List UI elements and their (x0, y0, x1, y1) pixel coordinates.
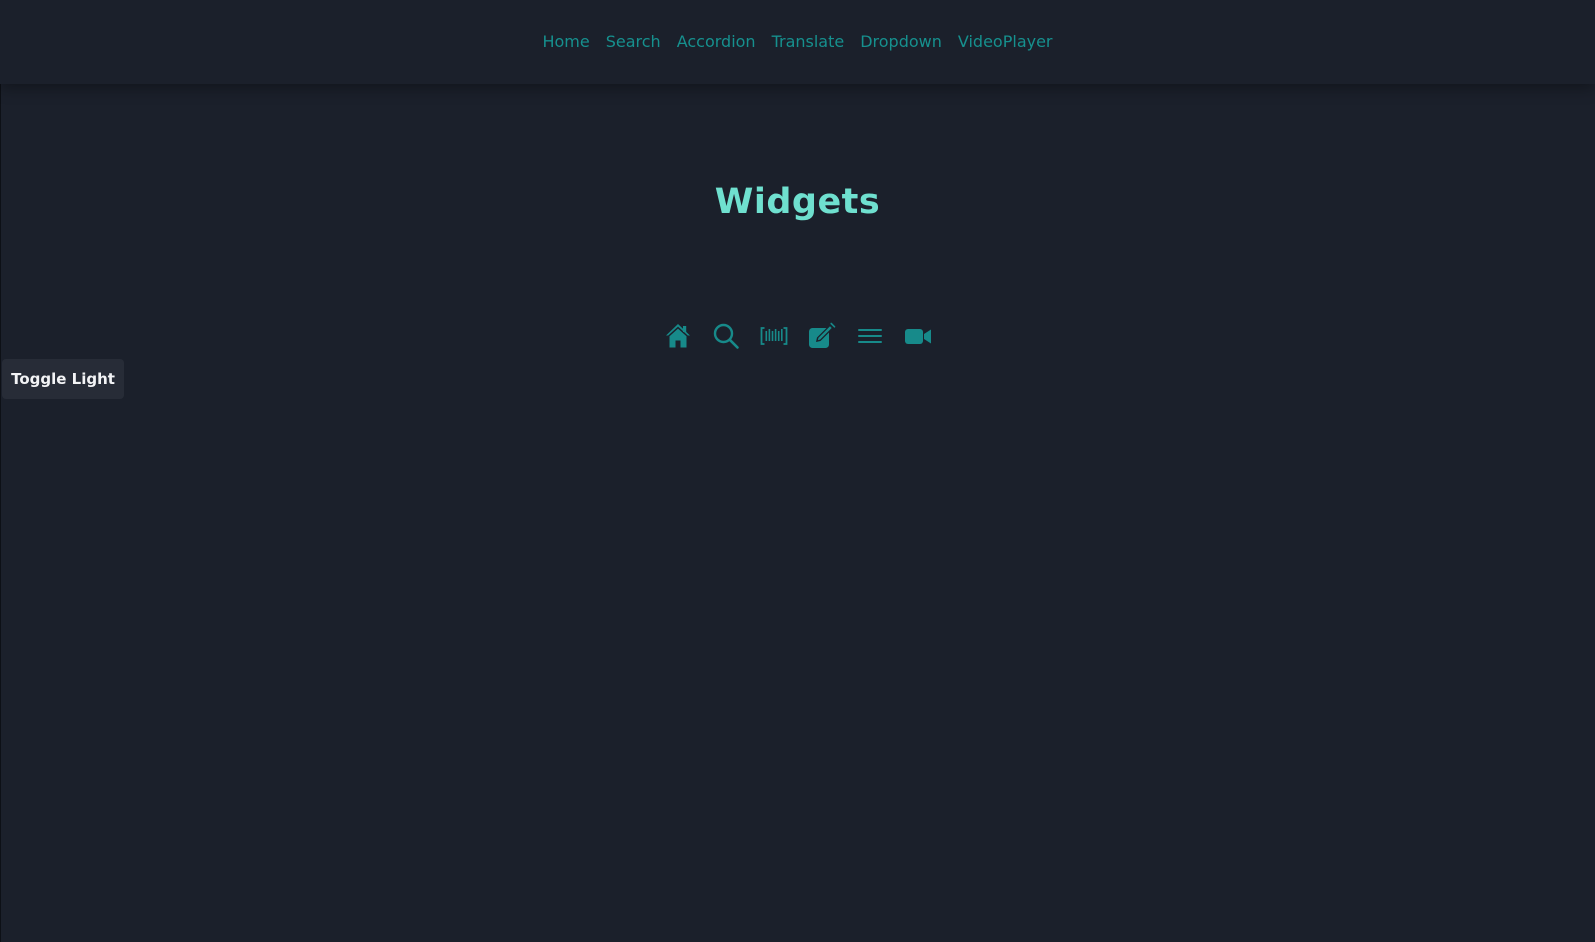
top-navigation: Home Search Accordion Translate Dropdown… (0, 0, 1595, 84)
nav-links: Home Search Accordion Translate Dropdown… (0, 30, 1595, 54)
edit-icon[interactable] (808, 322, 836, 350)
home-icon[interactable] (664, 322, 692, 350)
barcode-icon[interactable] (760, 322, 788, 350)
search-icon[interactable] (712, 322, 740, 350)
window-edge (0, 0, 1, 942)
nav-link-translate[interactable]: Translate (772, 30, 845, 54)
toggle-light-button[interactable]: Toggle Light (2, 359, 124, 399)
nav-link-search[interactable]: Search (606, 30, 661, 54)
video-icon[interactable] (904, 322, 932, 350)
nav-link-accordion[interactable]: Accordion (677, 30, 756, 54)
nav-link-home[interactable]: Home (542, 30, 589, 54)
nav-link-videoplayer[interactable]: VideoPlayer (958, 30, 1053, 54)
menu-icon[interactable] (856, 322, 884, 350)
page-title: Widgets (714, 182, 881, 222)
widget-icon-row (0, 322, 1595, 350)
nav-link-dropdown[interactable]: Dropdown (860, 30, 942, 54)
